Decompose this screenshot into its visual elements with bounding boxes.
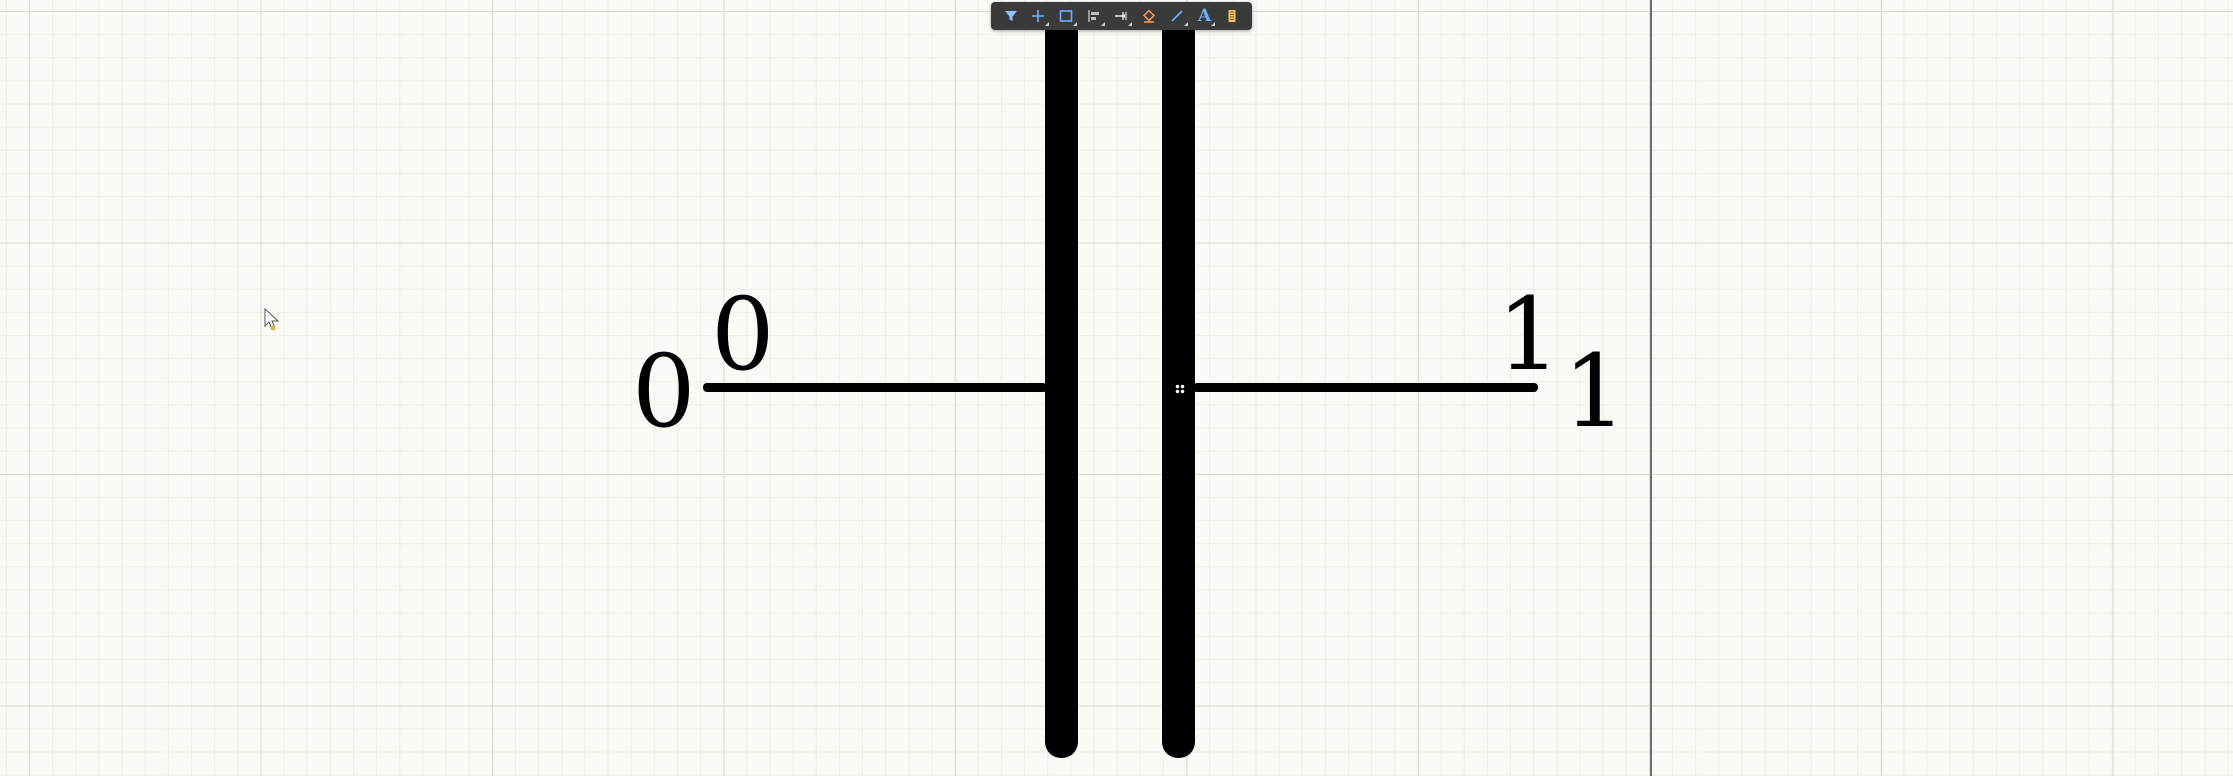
rectangle-select-button[interactable] (1054, 4, 1078, 28)
component-icon (1228, 10, 1236, 22)
line-button[interactable] (1165, 4, 1189, 28)
place-pin-button[interactable] (1109, 4, 1133, 28)
filter-icon (1004, 11, 1017, 21)
align-button[interactable] (1082, 4, 1106, 28)
line-icon (1171, 10, 1183, 22)
crosshair-icon (1032, 10, 1045, 22)
capacitor-plate-left[interactable] (1045, 28, 1078, 758)
align-icon (1088, 10, 1099, 22)
rectangle-select-icon (1059, 10, 1073, 22)
component-button[interactable] (1220, 4, 1244, 28)
pin-1-lead[interactable] (1193, 383, 1538, 392)
sheet-border-line (1650, 0, 1652, 776)
crosshair-button[interactable] (1026, 4, 1050, 28)
component-origin-marker (1175, 384, 1185, 394)
pin-1-name: 1 (1497, 276, 1561, 393)
text-icon: A (1197, 5, 1212, 26)
pointer-cursor-icon (264, 308, 280, 331)
schematic-canvas[interactable]: 0 0 1 1 A (0, 0, 2233, 776)
pin-0-name: 0 (711, 276, 775, 393)
active-bar-toolbar: A (991, 2, 1252, 30)
pin-0-designator: 0 (632, 333, 696, 450)
pin-1-designator: 1 (1563, 333, 1627, 450)
place-pin-icon (1115, 12, 1128, 20)
filter-button[interactable] (999, 4, 1023, 28)
text-button[interactable]: A (1192, 4, 1216, 28)
fill-color-icon (1143, 9, 1156, 23)
fill-color-button[interactable] (1137, 4, 1161, 28)
